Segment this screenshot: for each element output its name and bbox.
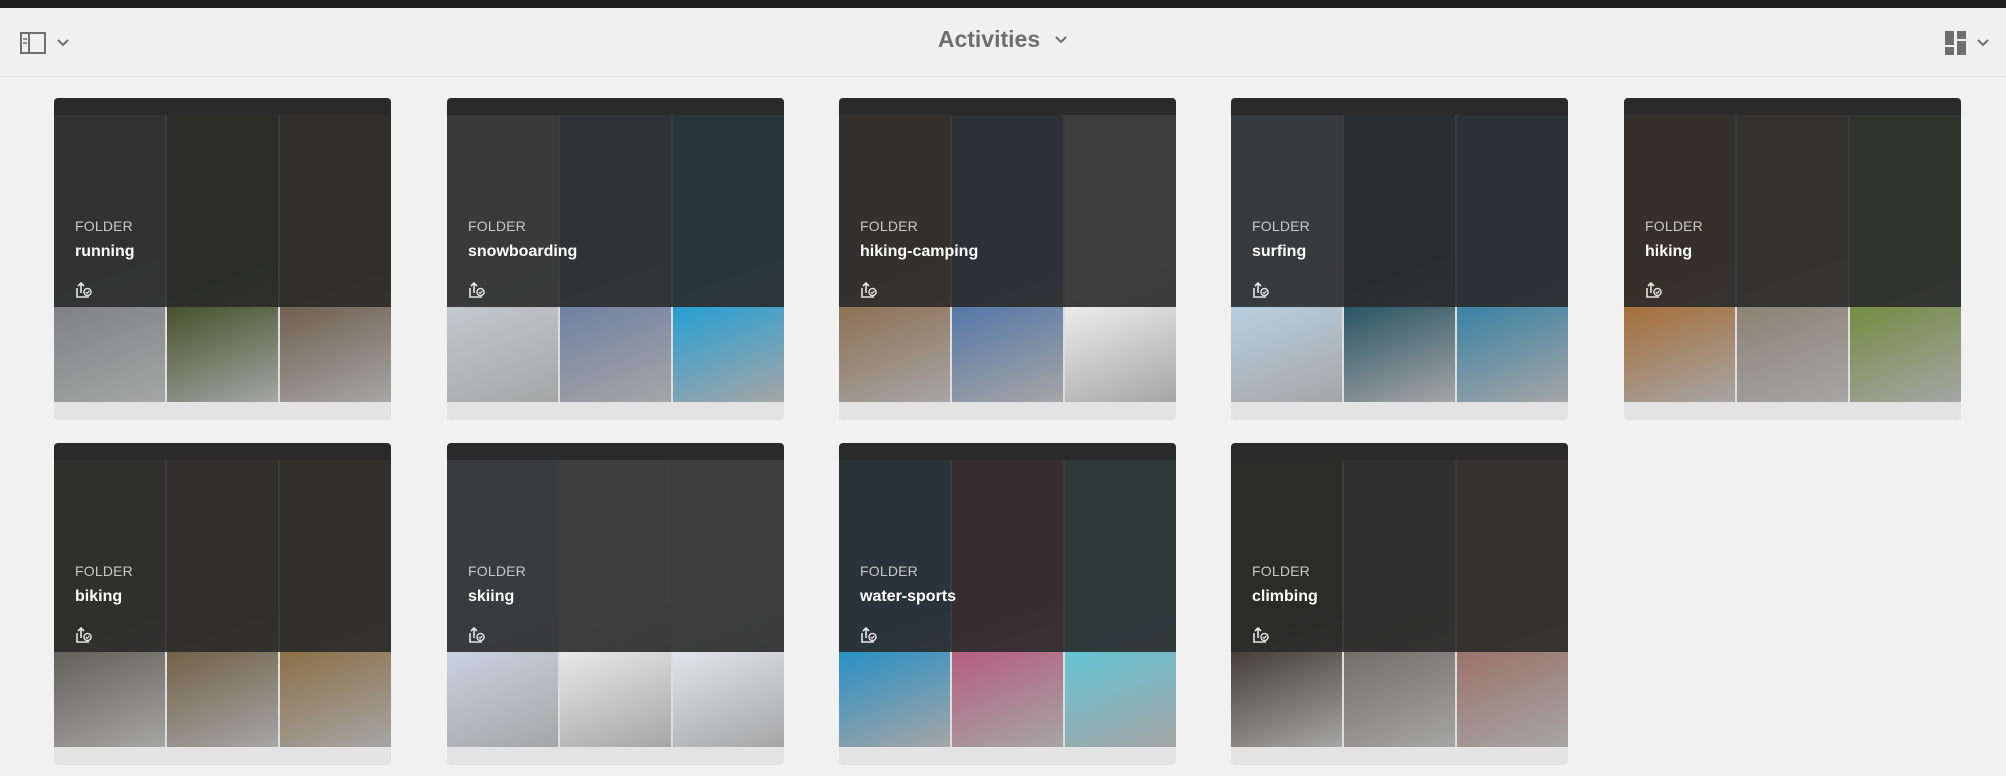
publish-status-icon [76, 281, 92, 298]
card-footer [1624, 402, 1961, 420]
folder-name: snowboarding [468, 243, 578, 260]
card-footer [1231, 747, 1568, 765]
folder-card[interactable]: FOLDER snowboarding [447, 98, 784, 420]
folder-name: biking [75, 588, 123, 605]
card-top-bar [447, 443, 784, 460]
window-top-strip [0, 0, 2006, 8]
folder-type-label: FOLDER [860, 563, 918, 579]
card-info-overlay: FOLDER hiking [1624, 115, 1961, 307]
publish-status-icon [76, 626, 92, 643]
folder-name: surfing [1252, 243, 1307, 260]
page-title: Activities [937, 26, 1041, 52]
folder-card[interactable]: FOLDER water-sports [839, 443, 1176, 765]
folder-card[interactable]: FOLDER surfing [1231, 98, 1568, 420]
card-footer [447, 747, 784, 765]
folder-name: running [75, 243, 135, 260]
publish-status-icon [1253, 626, 1269, 643]
chevron-down-icon [1977, 39, 1989, 47]
publish-status-icon [1646, 281, 1662, 298]
chevron-down-icon [1055, 35, 1067, 43]
folder-type-label: FOLDER [860, 218, 918, 234]
card-top-bar [1231, 98, 1568, 115]
folder-name: hiking [1645, 243, 1693, 260]
toolbar: Activities [0, 8, 2006, 77]
card-info-overlay: FOLDER surfing [1231, 115, 1568, 307]
folder-name: skiing [468, 588, 515, 605]
card-top-bar [839, 98, 1176, 115]
folder-type-label: FOLDER [468, 218, 526, 234]
card-info-overlay: FOLDER running [54, 115, 391, 307]
card-footer [447, 402, 784, 420]
card-info-overlay: FOLDER climbing [1231, 460, 1568, 652]
folder-name: hiking-camping [860, 243, 979, 260]
card-info-overlay: FOLDER skiing [447, 460, 784, 652]
card-footer [54, 747, 391, 765]
card-top-bar [1624, 98, 1961, 115]
folder-card[interactable]: FOLDER hiking [1624, 98, 1961, 420]
card-footer [1231, 402, 1568, 420]
card-view-icon [1945, 31, 1966, 55]
title-area: Activities [0, 26, 2006, 53]
publish-status-icon [861, 281, 877, 298]
folder-type-label: FOLDER [468, 563, 526, 579]
publish-status-icon [861, 626, 877, 643]
folder-type-label: FOLDER [1645, 218, 1703, 234]
publish-status-icon [469, 626, 485, 643]
folder-card[interactable]: FOLDER hiking-camping [839, 98, 1176, 420]
publish-status-icon [1253, 281, 1269, 298]
card-footer [54, 402, 391, 420]
card-top-bar [54, 98, 391, 115]
folder-type-label: FOLDER [75, 218, 133, 234]
card-top-bar [447, 98, 784, 115]
folder-type-label: FOLDER [1252, 563, 1310, 579]
publish-status-icon [469, 281, 485, 298]
card-info-overlay: FOLDER biking [54, 460, 391, 652]
folder-card[interactable]: FOLDER biking [54, 443, 391, 765]
card-info-overlay: FOLDER hiking-camping [839, 115, 1176, 307]
card-top-bar [839, 443, 1176, 460]
folder-card[interactable]: FOLDER skiing [447, 443, 784, 765]
folder-card[interactable]: FOLDER running [54, 98, 391, 420]
card-info-overlay: FOLDER snowboarding [447, 115, 784, 307]
collection-title-button[interactable]: Activities [938, 26, 1068, 53]
folder-type-label: FOLDER [75, 563, 133, 579]
card-top-bar [54, 443, 391, 460]
folder-name: water-sports [860, 588, 957, 605]
card-top-bar [1231, 443, 1568, 460]
folder-name: climbing [1252, 588, 1318, 605]
folder-type-label: FOLDER [1252, 218, 1310, 234]
card-info-overlay: FOLDER water-sports [839, 460, 1176, 652]
card-footer [839, 402, 1176, 420]
view-switcher-button[interactable] [1944, 30, 1990, 56]
folder-card[interactable]: FOLDER climbing [1231, 443, 1568, 765]
card-footer [839, 747, 1176, 765]
